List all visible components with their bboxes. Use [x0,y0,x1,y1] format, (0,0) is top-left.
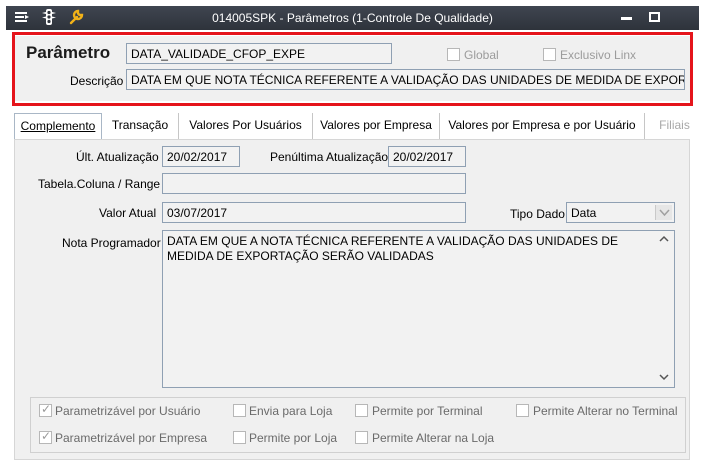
scroll-up-icon[interactable] [658,233,670,245]
tab-complemento[interactable]: Complemento [14,113,102,140]
maximize-button[interactable] [645,8,665,26]
minimize-icon [621,17,632,20]
tab-filiais: Filiais [645,113,704,139]
tab-valores-por-empresa[interactable]: Valores por Empresa [313,113,440,139]
permite-terminal-label: Permite por Terminal [372,404,483,418]
tipo-dado-value: Data [571,206,597,220]
parametro-label: Parâmetro [26,43,111,62]
permite-alterar-loja-label: Permite Alterar na Loja [372,431,495,445]
valor-atual-field[interactable]: 03/07/2017 [162,202,466,223]
exclusivo-linx-checkbox[interactable] [543,48,556,61]
scroll-down-icon[interactable] [658,371,670,383]
valor-atual-label: Valor Atual [99,206,157,220]
minimize-button[interactable] [617,8,637,26]
parametrizavel-empresa-checkbox[interactable] [39,429,52,444]
global-label: Global [464,48,499,62]
tab-label: Transação [111,118,169,132]
envia-loja-checkbox[interactable] [233,404,246,417]
permite-alterar-loja-checkbox[interactable] [355,431,368,444]
tab-valores-por-empresa-e-usuario[interactable]: Valores por Empresa e por Usuário [440,113,645,139]
chevron-down-icon[interactable] [655,205,672,220]
tipo-dado-label: Tipo Dado [510,207,565,221]
exclusivo-linx-label: Exclusivo Linx [560,48,637,62]
nota-programador-label: Nota Programador [62,236,161,250]
permite-terminal-checkbox[interactable] [355,404,368,417]
permite-alterar-terminal-label: Permite Alterar no Terminal [533,404,678,418]
permite-loja-label: Permite por Loja [249,431,338,445]
tab-label: Filiais [659,118,690,132]
descricao-field[interactable]: DATA EM QUE NOTA TÉCNICA REFERENTE A VAL… [126,69,685,90]
ult-atualizacao-field[interactable]: 20/02/2017 [162,146,240,167]
window-title: 014005SPK - Parâmetros (1-Controle De Qu… [212,11,493,25]
parametrizavel-usuario-checkbox[interactable] [39,402,52,417]
tab-label: Valores por Empresa [320,118,432,132]
nota-programador-text: DATA EM QUE A NOTA TÉCNICA REFERENTE A V… [167,234,618,263]
tab-label: Complemento [20,119,96,133]
tab-valores-por-usuarios[interactable]: Valores Por Usuários [179,113,313,139]
tabela-coluna-field[interactable] [162,173,466,194]
tab-transacao[interactable]: Transação [102,113,179,139]
nota-programador-field[interactable]: DATA EM QUE A NOTA TÉCNICA REFERENTE A V… [162,230,675,388]
permite-alterar-terminal-checkbox[interactable] [516,404,529,417]
tab-label: Valores Por Usuários [189,118,302,132]
tab-bar: Complemento Transação Valores Por Usuári… [14,113,704,140]
penultima-atualizacao-label: Penúltima Atualização [270,150,389,164]
descricao-label: Descrição [70,74,124,88]
tabela-coluna-label: Tabela.Coluna / Range [38,177,161,191]
parametrizavel-empresa-label: Parametrizável por Empresa [55,431,208,445]
ult-atualizacao-label: Últ. Atualização [76,150,159,164]
parametro-field[interactable]: DATA_VALIDADE_CFOP_EXPE [126,43,392,64]
tab-label: Valores por Empresa e por Usuário [448,118,636,132]
tipo-dado-select[interactable]: Data [566,202,675,223]
parametrizavel-usuario-label: Parametrizável por Usuário [55,404,201,418]
global-checkbox[interactable] [447,48,460,61]
penultima-atualizacao-field[interactable]: 20/02/2017 [388,146,466,167]
permite-loja-checkbox[interactable] [233,431,246,444]
title-bar: 014005SPK - Parâmetros (1-Controle De Qu… [0,0,705,30]
envia-loja-label: Envia para Loja [249,404,333,418]
maximize-icon [649,12,660,22]
